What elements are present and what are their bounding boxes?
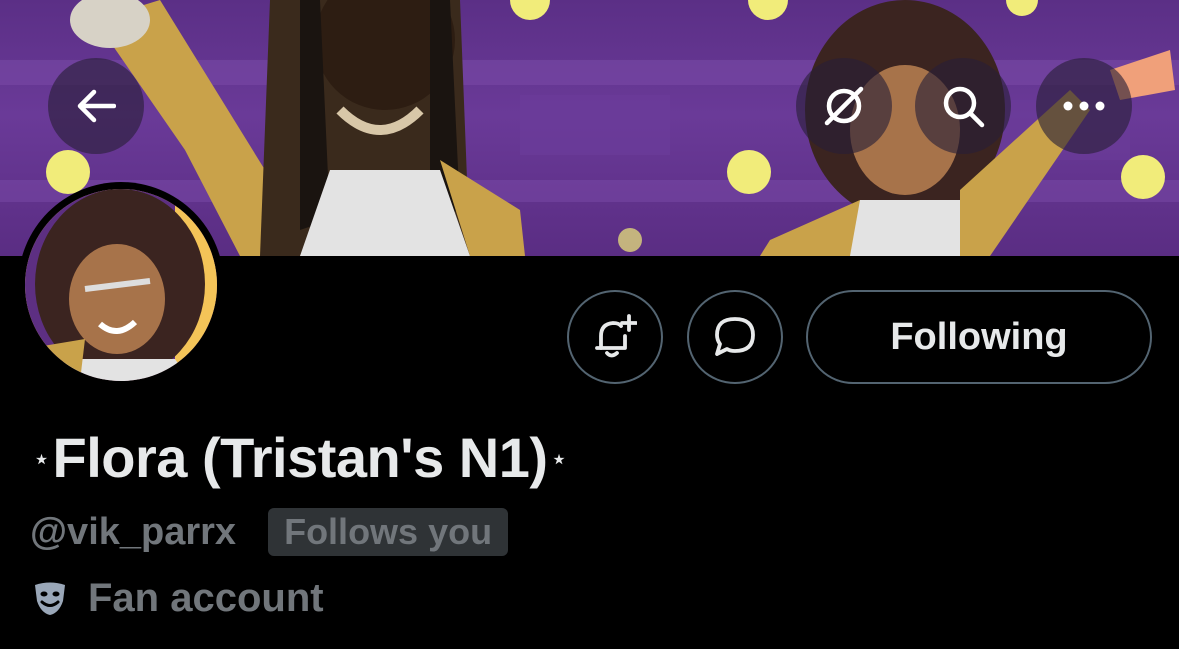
- professional-category: Fan account: [30, 572, 324, 624]
- search-icon: [943, 86, 985, 128]
- message-button[interactable]: [687, 290, 783, 384]
- display-name-text: Flora (Tristan's N1): [52, 425, 548, 489]
- following-button[interactable]: Following: [806, 290, 1152, 384]
- name-prefix-star: ⋆: [34, 445, 49, 473]
- display-name: ⋆ Flora (Tristan's N1) ⋆: [30, 420, 570, 494]
- arrow-left-icon: [77, 89, 116, 123]
- name-suffix-star: ⋆: [551, 445, 567, 473]
- back-button[interactable]: [48, 58, 144, 154]
- handle: @vik_parrx: [30, 510, 237, 553]
- follows-you-badge: Follows you: [268, 508, 509, 556]
- category-label: Fan account: [88, 575, 324, 620]
- theater-masks-icon: [30, 578, 70, 618]
- handle-row: @vik_parrx Follows you: [30, 505, 509, 559]
- more-button[interactable]: [1036, 58, 1132, 154]
- avatar[interactable]: [25, 189, 217, 381]
- avatar-frame[interactable]: [18, 182, 224, 388]
- more-horizontal-icon: [1063, 101, 1105, 111]
- grok-icon: [824, 86, 864, 126]
- search-button[interactable]: [915, 58, 1011, 154]
- notify-button[interactable]: [567, 290, 663, 384]
- grok-button[interactable]: [796, 58, 892, 154]
- message-bubble-icon: [715, 317, 755, 356]
- bell-plus-icon: [595, 314, 637, 358]
- avatar-artwork: [25, 189, 217, 381]
